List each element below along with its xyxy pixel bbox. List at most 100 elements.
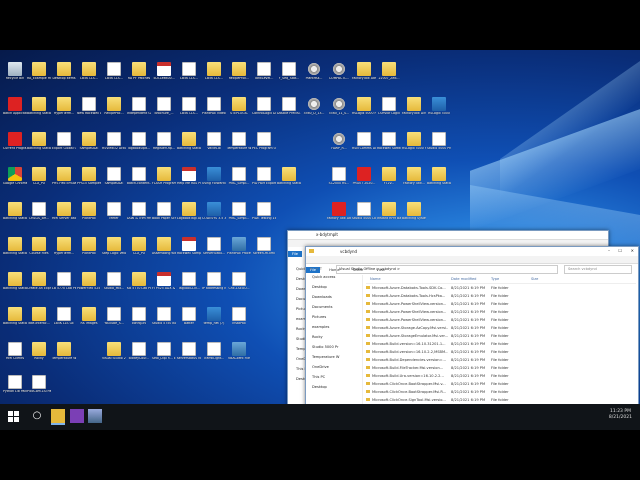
nav-item[interactable]: Desktop: [306, 285, 362, 295]
desktop-icon[interactable]: ControlLogix Data Type...: [252, 97, 276, 116]
desktop-icon[interactable]: Seal_DipTh... Edit: [152, 342, 176, 361]
desktop-icon[interactable]: RecipePac...: [102, 97, 126, 116]
desktop-icon[interactable]: PlantPax: [77, 237, 101, 256]
desktop-icon[interactable]: RsLogix 5000 Project: [352, 97, 376, 116]
desktop-icon[interactable]: Batching Station H...: [3, 307, 27, 326]
table-row[interactable]: Microsoft.ClickOnce.BootStrapper.Msi.v..…: [366, 380, 626, 388]
desktop-icon[interactable]: ServerStatu...: [202, 237, 226, 256]
desktop-icon[interactable]: Batching Station C...: [277, 167, 301, 186]
system-clock[interactable]: 11:23 PM 8/21/2021: [609, 409, 632, 421]
desktop-icon[interactable]: LB5K LLS...: [177, 62, 201, 81]
desktop-icon[interactable]: 22007_Zed...: [377, 62, 401, 81]
desktop-icon[interactable]: CODESYS 3.5 3.5.14.0: [202, 202, 226, 221]
desktop-icon[interactable]: RSLogix 5000: [427, 97, 451, 116]
desktop-icon[interactable]: Rockwell Software...: [377, 132, 401, 151]
desktop-icon[interactable]: HMI Server Backup R...: [52, 202, 76, 221]
desktop-icon[interactable]: Create An Express S...: [27, 272, 51, 291]
desktop-icon[interactable]: Book Paper Screen H...: [152, 202, 176, 221]
desktop-icon[interactable]: IP addressing Binary: [202, 272, 226, 291]
desktop-icon[interactable]: RA PF Patches: [127, 62, 151, 81]
table-row[interactable]: Microsoft.Build.version=16.10.2.2,MSBM..…: [366, 348, 626, 356]
desktop-icon[interactable]: 5560_11_S...: [327, 97, 351, 116]
desktop-icon[interactable]: dde-interac...: [27, 307, 51, 326]
desktop-icon[interactable]: FAWP_R...: [327, 132, 351, 151]
desktop-icon[interactable]: Brochure_...: [152, 97, 176, 116]
desktop-icon[interactable]: F_Seq_Stat...: [277, 62, 301, 81]
desktop-icon[interactable]: LB5K LLS...: [102, 62, 126, 81]
desktop-icon[interactable]: Factory Talk...: [402, 167, 426, 186]
desktop-icon[interactable]: New Rockwell L...: [77, 97, 101, 116]
desktop-icon[interactable]: PPS15 Samples: [77, 167, 101, 186]
table-row[interactable]: Microsoft.Build.Ura.version=16.10.2.2...…: [366, 372, 626, 380]
desktop-icon[interactable]: Course Files: [27, 237, 51, 256]
close-button[interactable]: ✕: [631, 248, 634, 253]
desktop-icon[interactable]: LB 5770 Lab PkEug: [52, 272, 76, 291]
nav-item[interactable]: Pictures: [306, 315, 362, 325]
desktop-icon[interactable]: Studio 5750 Boot Config: [152, 307, 176, 326]
desktop-icon[interactable]: PlantPAx...: [302, 62, 326, 81]
table-row[interactable]: Microsoft.Build.FileTracker.Msi.version.…: [366, 364, 626, 372]
nav-item[interactable]: Downloads: [306, 295, 362, 305]
desktop-icon[interactable]: PEC Program Overview: [252, 132, 276, 151]
desktop-icon[interactable]: STEPLOGIC: [227, 97, 251, 116]
desktop-icon[interactable]: Export Global Objects: [52, 132, 76, 151]
table-row[interactable]: Microsoft.Azure.Databoks.Tools.HcsPka...…: [366, 292, 626, 300]
table-row[interactable]: Microsoft.Azure.PowerShellView.version..…: [366, 316, 626, 324]
desktop-icon[interactable]: TrafficLight...: [202, 342, 226, 361]
nav-item[interactable]: This PC: [306, 375, 362, 385]
desktop-icon[interactable]: temp_net (7): [202, 307, 226, 326]
table-row[interactable]: Microsoft.Azure.Databoks.Tools.SDK.Co...…: [366, 284, 626, 292]
maximize-button[interactable]: ☐: [618, 248, 622, 253]
desktop-icon[interactable]: Instant RPM Batch Obj...: [377, 202, 401, 221]
desktop-icon[interactable]: PlantPax: [77, 202, 101, 221]
desktop-icon[interactable]: PHS HMI Emulatio...: [52, 167, 76, 186]
desktop-icon[interactable]: Batching Station C...: [427, 167, 451, 186]
nav-item[interactable]: Quick access: [306, 275, 362, 285]
minimize-button[interactable]: –: [608, 248, 610, 253]
desktop-icon[interactable]: PRG07 2020...: [352, 167, 376, 186]
table-row[interactable]: Microsoft.Azure.Storage.AzCopy.Msi.versi…: [366, 324, 626, 332]
desktop-icon[interactable]: screen-m.xml: [252, 237, 276, 256]
desktop-icon[interactable]: FactoryTalk Administra...: [352, 62, 376, 81]
desktop-icon[interactable]: Studio 5000 Programmer...: [427, 132, 451, 151]
table-row[interactable]: Microsoft.ClickOnce.SignTool.Msi.versio.…: [366, 396, 626, 404]
desktop-icon[interactable]: CRE-LSEUU...: [227, 272, 251, 291]
desktop-icon[interactable]: FLASH Programm...: [152, 167, 176, 186]
desktop-icon[interactable]: InstaPax: [227, 307, 251, 326]
nav-item[interactable]: Temperature W: [306, 355, 362, 365]
column-type[interactable]: Type: [491, 277, 499, 281]
desktop-icon[interactable]: serverstatus VBA Code: [177, 342, 201, 361]
desktop-icon[interactable]: LB5K LLS...: [177, 97, 201, 116]
table-row[interactable]: Microsoft.Azure.StorageEmulator.Msi.ver.…: [366, 332, 626, 340]
desktop-icon[interactable]: PID PAM Export: [252, 167, 276, 186]
desktop-icon[interactable]: CMLGS_BH...: [27, 202, 51, 221]
column-size[interactable]: Size: [531, 277, 538, 281]
nav-item[interactable]: examples: [306, 325, 362, 335]
desktop-icon[interactable]: PowerFlex 525 Module: [77, 272, 101, 291]
desktop-icon[interactable]: Batching Station H...: [3, 272, 27, 291]
desktop-icon[interactable]: PIBC_Simpl...: [227, 167, 251, 186]
desktop-icon[interactable]: Rocky: [27, 342, 51, 361]
desktop-icon[interactable]: LB5K LLS...: [202, 62, 226, 81]
desktop-icon[interactable]: Temperature Watch Range: [227, 132, 251, 151]
nav-item[interactable]: Desktop: [306, 385, 362, 395]
desktop-icon[interactable]: FactoryTalk Directory...: [402, 97, 426, 116]
table-row[interactable]: Microsoft.Azure.PowerShellView.version..…: [366, 308, 626, 316]
desktop-icon[interactable]: Help Me RAS PP525 Lob: [177, 167, 201, 186]
desktop-icon[interactable]: RecipeProc...: [227, 62, 251, 81]
desktop-icon[interactable]: Dual & Trim HMI server...: [127, 202, 151, 221]
file-explorer-icon[interactable]: [51, 409, 65, 425]
desktop-icon[interactable]: LB5K LLS...: [77, 62, 101, 81]
desktop-icon[interactable]: RA_Example HMI App: [27, 62, 51, 81]
desktop-icon[interactable]: Temperature Watch Range: [52, 342, 76, 361]
desktop-icon[interactable]: Studio 5000 Logix Designer: [352, 202, 376, 221]
nav-item[interactable]: Studio 5000 Pr: [306, 345, 362, 355]
back-arrow-icon[interactable]: ← → ↑: [310, 266, 323, 271]
search-input[interactable]: Search vcbdynd: [564, 265, 632, 274]
desktop-icon[interactable]: SampleDDE: [102, 167, 126, 186]
desktop-icon[interactable]: LSHvior Logix: [377, 97, 401, 116]
desktop-icon[interactable]: RX Images: [77, 307, 101, 326]
table-row[interactable]: Microsoft.Azure.PowerShellView.version..…: [366, 300, 626, 308]
desktop-icon[interactable]: Meter: [102, 202, 126, 221]
desktop-icon[interactable]: Batching Station H...: [27, 97, 51, 116]
